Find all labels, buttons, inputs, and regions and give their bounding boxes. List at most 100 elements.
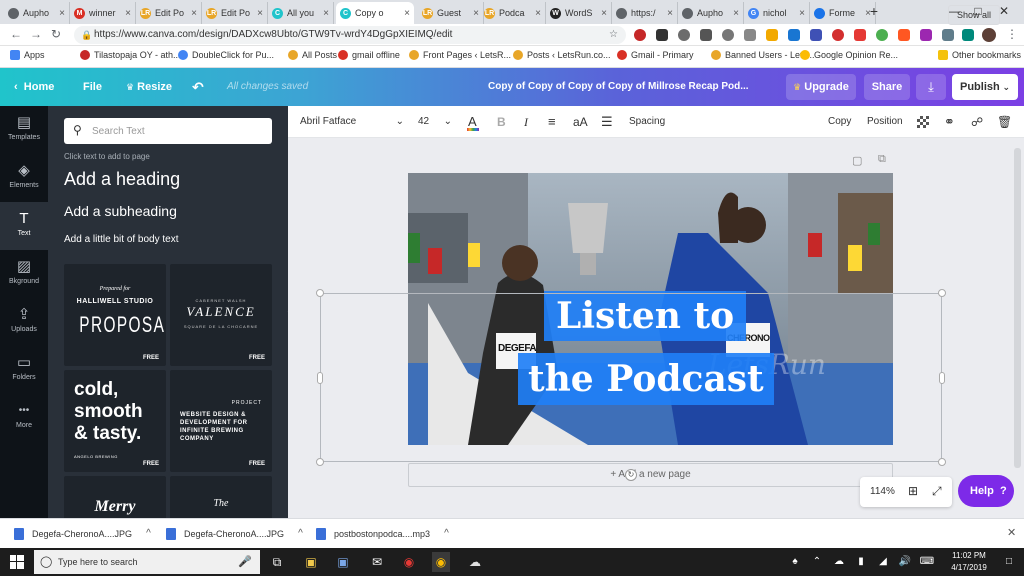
spacing-button[interactable]: Spacing [629,106,665,138]
extension-icon[interactable] [962,29,974,41]
taskbar-search[interactable]: ◯ Type here to search 🎤 [34,550,260,574]
font-size-dropdown[interactable]: 42 ⌄ [418,106,452,138]
bookmark-item[interactable]: Gmail - Primary [617,50,694,60]
rail-item-more[interactable]: ••• More [0,394,48,442]
zoom-level[interactable]: 114% [870,486,895,497]
home-button[interactable]: ‹ Home [14,68,54,106]
zoom-control[interactable]: 114% ⊞ ⤢ [860,477,952,507]
forward-icon[interactable]: → [28,27,44,41]
add-body-text-button[interactable]: Add a little bit of body text [64,234,179,245]
windows-start-icon[interactable] [10,555,24,569]
text-template-tile[interactable]: Prepared for HALLIWELL STUDIO PROPOSAL F… [64,264,166,366]
store-icon[interactable]: ▣ [334,552,352,572]
add-subheading-button[interactable]: Add a subheading [64,203,177,219]
italic-button[interactable]: I [524,106,528,138]
search-input[interactable] [92,122,262,140]
bookmark-item[interactable]: Google Opinion Re... [800,50,898,60]
microphone-icon[interactable]: 🎤 [238,550,252,574]
chevron-up-icon[interactable]: ^ [298,519,303,549]
resize-handle[interactable] [317,372,323,384]
vertical-scrollbar[interactable] [1014,148,1021,468]
extension-icon[interactable] [766,29,778,41]
rail-item-text[interactable]: T Text [0,202,48,250]
rail-item-bkground[interactable]: ▨ Bkground [0,250,48,298]
browser-tab[interactable]: LR Podca × [480,2,546,24]
extension-icon[interactable] [942,29,954,41]
extension-icon[interactable] [920,29,932,41]
battery-icon[interactable]: ▮ [852,552,870,572]
mail-icon[interactable]: ✉ [368,552,386,572]
browser-tab[interactable]: Gnichol × [744,2,810,24]
extension-icon[interactable] [634,29,646,41]
menu-icon[interactable]: ⋮ [1004,27,1020,41]
close-tab-icon[interactable]: × [323,8,329,19]
rail-item-elements[interactable]: ◈ Elements [0,154,48,202]
upgrade-button[interactable]: ♛ Upgrade [786,74,856,100]
add-page-button[interactable]: + Add a new page [408,463,893,487]
resize-handle[interactable] [938,289,946,297]
download-item[interactable]: postbostonpodca....mp3 ^ [316,519,449,549]
copy-button[interactable]: Copy [828,106,851,138]
bookmark-item[interactable]: All Posts [288,50,337,60]
bookmark-item[interactable]: Other bookmarks [938,50,1021,60]
reload-icon[interactable]: ↻ [48,27,64,41]
browser-tab[interactable]: Mwinner × [70,2,136,24]
browser-tab[interactable]: Aupho × [4,2,70,24]
download-item[interactable]: Degefa-CheronoA....JPG ^ [14,519,151,549]
bookmark-item[interactable]: gmail offline [338,50,400,60]
resize-button[interactable]: ♛ Resize [126,68,172,106]
text-template-tile[interactable]: cold, smooth & tasty. ANGELO BREWING FRE… [64,370,166,472]
close-tab-icon[interactable]: × [733,8,739,19]
media-app-icon[interactable]: ◉ [400,552,418,572]
extension-icon[interactable] [876,29,888,41]
extension-icon[interactable] [744,29,756,41]
add-heading-button[interactable]: Add a heading [64,169,180,190]
app-icon[interactable]: ☁ [466,552,484,572]
notifications-icon[interactable]: □ [1000,552,1018,572]
bookmark-item[interactable]: Tilastopaja OY - ath... [80,50,181,60]
extension-icon[interactable] [722,29,734,41]
address-bar[interactable]: 🔒 https://www.canva.com/design/DADXcw8Ub… [74,26,626,44]
onedrive-icon[interactable]: ☁ [830,552,848,572]
task-view-icon[interactable]: ⧉ [268,552,286,572]
avatar[interactable] [982,28,996,42]
close-tab-icon[interactable]: × [473,8,479,19]
letter-case-button[interactable]: aA [573,106,588,138]
bookmark-item[interactable]: Banned Users - Lets... [711,50,815,60]
star-icon[interactable]: ☆ [609,26,618,44]
transparency-icon[interactable] [917,106,931,138]
trash-icon[interactable]: 🗑 [997,106,1012,138]
browser-tab[interactable]: LR Guest × [418,2,484,24]
text-template-tile[interactable]: CABERNET WALSH VALENCE SQUARE DE LA CHOC… [170,264,272,366]
fullscreen-icon[interactable]: ⤢ [932,484,942,499]
browser-tab[interactable]: Aupho × [678,2,744,24]
rail-item-folders[interactable]: ▭ Folders [0,346,48,394]
tray-arrow-icon[interactable]: ⌃ [808,552,826,572]
position-button[interactable]: Position [867,106,903,138]
close-tab-icon[interactable]: × [799,8,805,19]
bookmark-item[interactable]: Posts ‹ LetsRun.co... [513,50,611,60]
lock-icon[interactable]: ☍ [971,106,983,138]
font-family-dropdown[interactable]: Abril Fatface ⌄ [300,106,404,138]
duplicate-page-icon[interactable]: ⧉ [878,153,886,166]
list-icon[interactable]: ☰ [601,106,613,138]
back-icon[interactable]: ← [8,27,24,41]
chevron-up-icon[interactable]: ^ [146,519,151,549]
close-tab-icon[interactable]: × [59,8,65,19]
close-tab-icon[interactable]: × [404,8,410,19]
resize-handle[interactable] [316,458,324,466]
browser-tab[interactable]: C All you × [268,2,334,24]
people-icon[interactable]: ♠ [786,552,804,572]
show-all-downloads-button[interactable]: Show all [948,5,1000,25]
publish-button[interactable]: Publish ⌄ [952,74,1018,100]
browser-tab[interactable]: C Copy o × [336,2,414,24]
download-icon[interactable]: ⤓ [916,74,946,100]
extension-icon[interactable] [854,29,866,41]
extension-icon[interactable] [678,29,690,41]
link-icon[interactable]: ⚭ [944,106,955,138]
rotate-handle[interactable]: ↻ [625,469,637,481]
close-tab-icon[interactable]: × [601,8,607,19]
chevron-up-icon[interactable]: ^ [444,519,449,549]
close-tab-icon[interactable]: × [535,8,541,19]
text-color-button[interactable]: A [467,106,479,138]
